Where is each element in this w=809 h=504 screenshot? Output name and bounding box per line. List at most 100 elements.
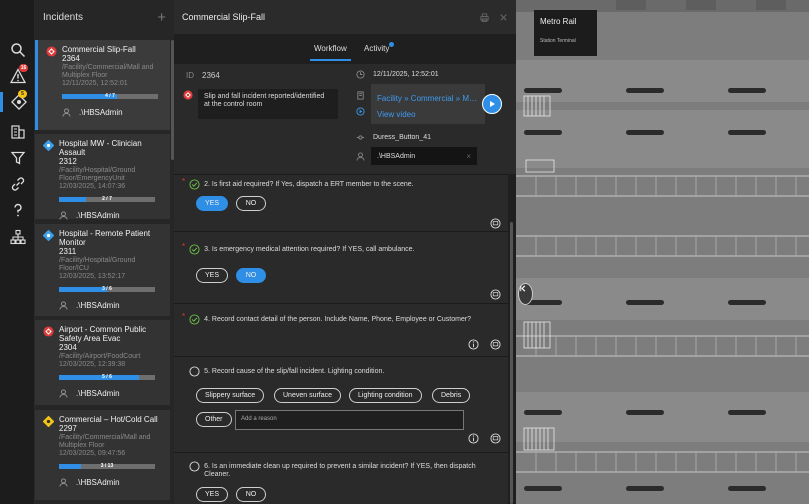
print-icon[interactable] xyxy=(480,12,489,22)
comment-icon[interactable] xyxy=(490,218,501,229)
task-progress: 5 / 6 xyxy=(59,374,155,380)
detail-scrollbar[interactable] xyxy=(510,222,513,504)
tab-activity[interactable]: Activity xyxy=(364,42,395,53)
assignee-field[interactable]: .\HBSAdmin × xyxy=(371,147,477,165)
workflow-step: * 5. Record cause of the slip/fall incid… xyxy=(174,356,508,452)
cause-option-uneven[interactable]: Uneven surface xyxy=(274,388,342,403)
step-number: 5. xyxy=(204,368,210,375)
incident-card[interactable]: Commercial Slip-Fall 2364 /Facility/Comm… xyxy=(35,40,170,130)
map-title: Metro Rail xyxy=(540,17,577,26)
task-progress-label: 2 / 7 xyxy=(102,196,112,202)
id-label: ID xyxy=(186,71,194,80)
task-progress-label: 3 / 13 xyxy=(100,463,114,469)
pending-circle-icon xyxy=(189,366,200,377)
incident-id: 2364 xyxy=(62,54,80,63)
workflow-step: * 2. Is first aid required? If Yes, disp… xyxy=(174,174,508,231)
incident-title: Hospital MW - Clinician Assault xyxy=(59,139,142,157)
answer-no-button[interactable]: NO xyxy=(236,487,266,502)
incident-location: /Facility/Commercial/Mall and Multiplex … xyxy=(59,434,151,449)
workflow-step: * 6. Is an immediate clean up required t… xyxy=(174,452,508,504)
map-subtitle: Station Terminal xyxy=(540,38,576,44)
task-progress: 4 / 7 xyxy=(62,93,158,99)
assignee-name: .\HBSAdmin xyxy=(76,211,120,220)
step-question: Is first aid required? If Yes, dispatch … xyxy=(211,181,414,188)
alerts-count-badge: 16 xyxy=(19,64,28,72)
incident-assignee: .\HBSAdmin xyxy=(59,301,166,310)
cause-option-lighting[interactable]: Lighting condition xyxy=(349,388,422,403)
incident-time: 12/03/2025, 09:47:56 xyxy=(59,450,126,457)
info-icon[interactable] xyxy=(468,339,479,350)
cause-option-debris[interactable]: Debris xyxy=(432,388,471,403)
reason-input[interactable]: Add a reason xyxy=(235,410,464,430)
arrow-right-icon xyxy=(490,101,495,107)
incident-card[interactable]: Airport - Common Public Safety Area Evac… xyxy=(35,320,170,405)
incident-time: 12/03/2025, 14:07:36 xyxy=(59,183,126,190)
help-icon[interactable] xyxy=(8,200,28,220)
workflow-step: * 4. Record contact detail of the person… xyxy=(174,303,508,356)
incident-description: Slip and fall incident reported/identifi… xyxy=(198,89,338,119)
answer-no-button[interactable]: NO xyxy=(236,268,266,283)
assignee-name: .\HBSAdmin xyxy=(79,108,123,117)
step-number: 4. xyxy=(204,316,210,323)
chevron-left-icon xyxy=(520,285,526,292)
incident-assignee: .\HBSAdmin xyxy=(59,211,166,220)
incident-source: Duress_Button_41 xyxy=(373,134,431,141)
datetime-row: 12/11/2025, 12:52:01 xyxy=(356,70,439,79)
view-video-link[interactable]: View video xyxy=(377,107,479,123)
incident-title: Commercial – Hot/Cold Call xyxy=(59,415,158,424)
hierarchy-icon[interactable] xyxy=(8,227,28,247)
assignee-name: .\HBSAdmin xyxy=(76,389,120,398)
task-progress-label: 3 / 6 xyxy=(102,286,112,292)
floor-map[interactable]: Metro Rail Station Terminal xyxy=(516,0,809,504)
incident-card[interactable]: Commercial – Hot/Cold Call 2297 /Facilit… xyxy=(35,410,170,500)
search-icon[interactable] xyxy=(8,40,28,60)
navigate-button[interactable] xyxy=(482,94,502,114)
comment-icon[interactable] xyxy=(490,289,501,300)
incident-time: 12/03/2025, 13:52:17 xyxy=(59,273,126,280)
answer-yes-button[interactable]: YES xyxy=(196,196,228,211)
incident-card[interactable]: Hospital - Remote Patient Monitor 2311 /… xyxy=(35,224,170,316)
source-row: Duress_Button_41 xyxy=(356,133,431,142)
info-icon[interactable] xyxy=(468,433,479,444)
task-progress: 3 / 6 xyxy=(59,286,155,292)
incident-time: 12/03/2025, 12:39:38 xyxy=(59,361,126,368)
incident-assignee: .\HBSAdmin xyxy=(59,478,166,487)
incidents-icon[interactable]: 5 xyxy=(0,90,35,112)
required-marker: * xyxy=(182,312,186,321)
user-icon xyxy=(62,108,71,117)
answer-yes-button[interactable]: YES xyxy=(196,487,228,502)
incidents-list-title: Incidents xyxy=(43,11,84,23)
map-collapse-button[interactable] xyxy=(518,283,533,305)
answer-no-button[interactable]: NO xyxy=(236,196,266,211)
clear-assignee-button[interactable]: × xyxy=(466,152,471,161)
user-icon xyxy=(59,478,68,487)
play-video-icon[interactable] xyxy=(356,107,365,116)
step-number: 3. xyxy=(204,246,210,253)
task-progress-label: 4 / 7 xyxy=(105,93,115,99)
comment-icon[interactable] xyxy=(490,339,501,350)
map-location-label: Metro Rail Station Terminal xyxy=(534,10,597,56)
close-icon[interactable] xyxy=(499,13,508,22)
incident-card[interactable]: Hospital MW - Clinician Assault 2312 /Fa… xyxy=(35,134,170,220)
location-link[interactable]: Facility » Commercial » Mall and Multipl… xyxy=(377,91,479,107)
user-icon xyxy=(356,152,365,161)
workflow-step: * 3. Is emergency medical attention requ… xyxy=(174,231,508,303)
tab-workflow[interactable]: Workflow xyxy=(310,44,351,61)
incident-assignee: .\HBSAdmin xyxy=(62,108,166,117)
answer-yes-button[interactable]: YES xyxy=(196,268,228,283)
link-icon[interactable] xyxy=(8,174,28,194)
comment-icon[interactable] xyxy=(490,433,501,444)
add-incident-button[interactable]: + xyxy=(157,10,166,25)
task-progress: 2 / 7 xyxy=(59,196,155,202)
buildings-icon[interactable] xyxy=(8,122,28,142)
device-icon xyxy=(356,135,365,140)
cause-option-other[interactable]: Other xyxy=(196,412,232,427)
cause-option-slippery[interactable]: Slippery surface xyxy=(196,388,265,403)
filter-icon[interactable] xyxy=(8,148,28,168)
building-icon xyxy=(357,91,364,100)
check-circle-icon xyxy=(189,244,200,255)
incident-location: /Facility/Airport/FoodCourt xyxy=(59,353,141,360)
detail-title: Commercial Slip-Fall xyxy=(182,12,266,22)
severity-high-icon xyxy=(43,326,54,337)
alarm-warning-icon[interactable]: 16 xyxy=(8,64,28,86)
